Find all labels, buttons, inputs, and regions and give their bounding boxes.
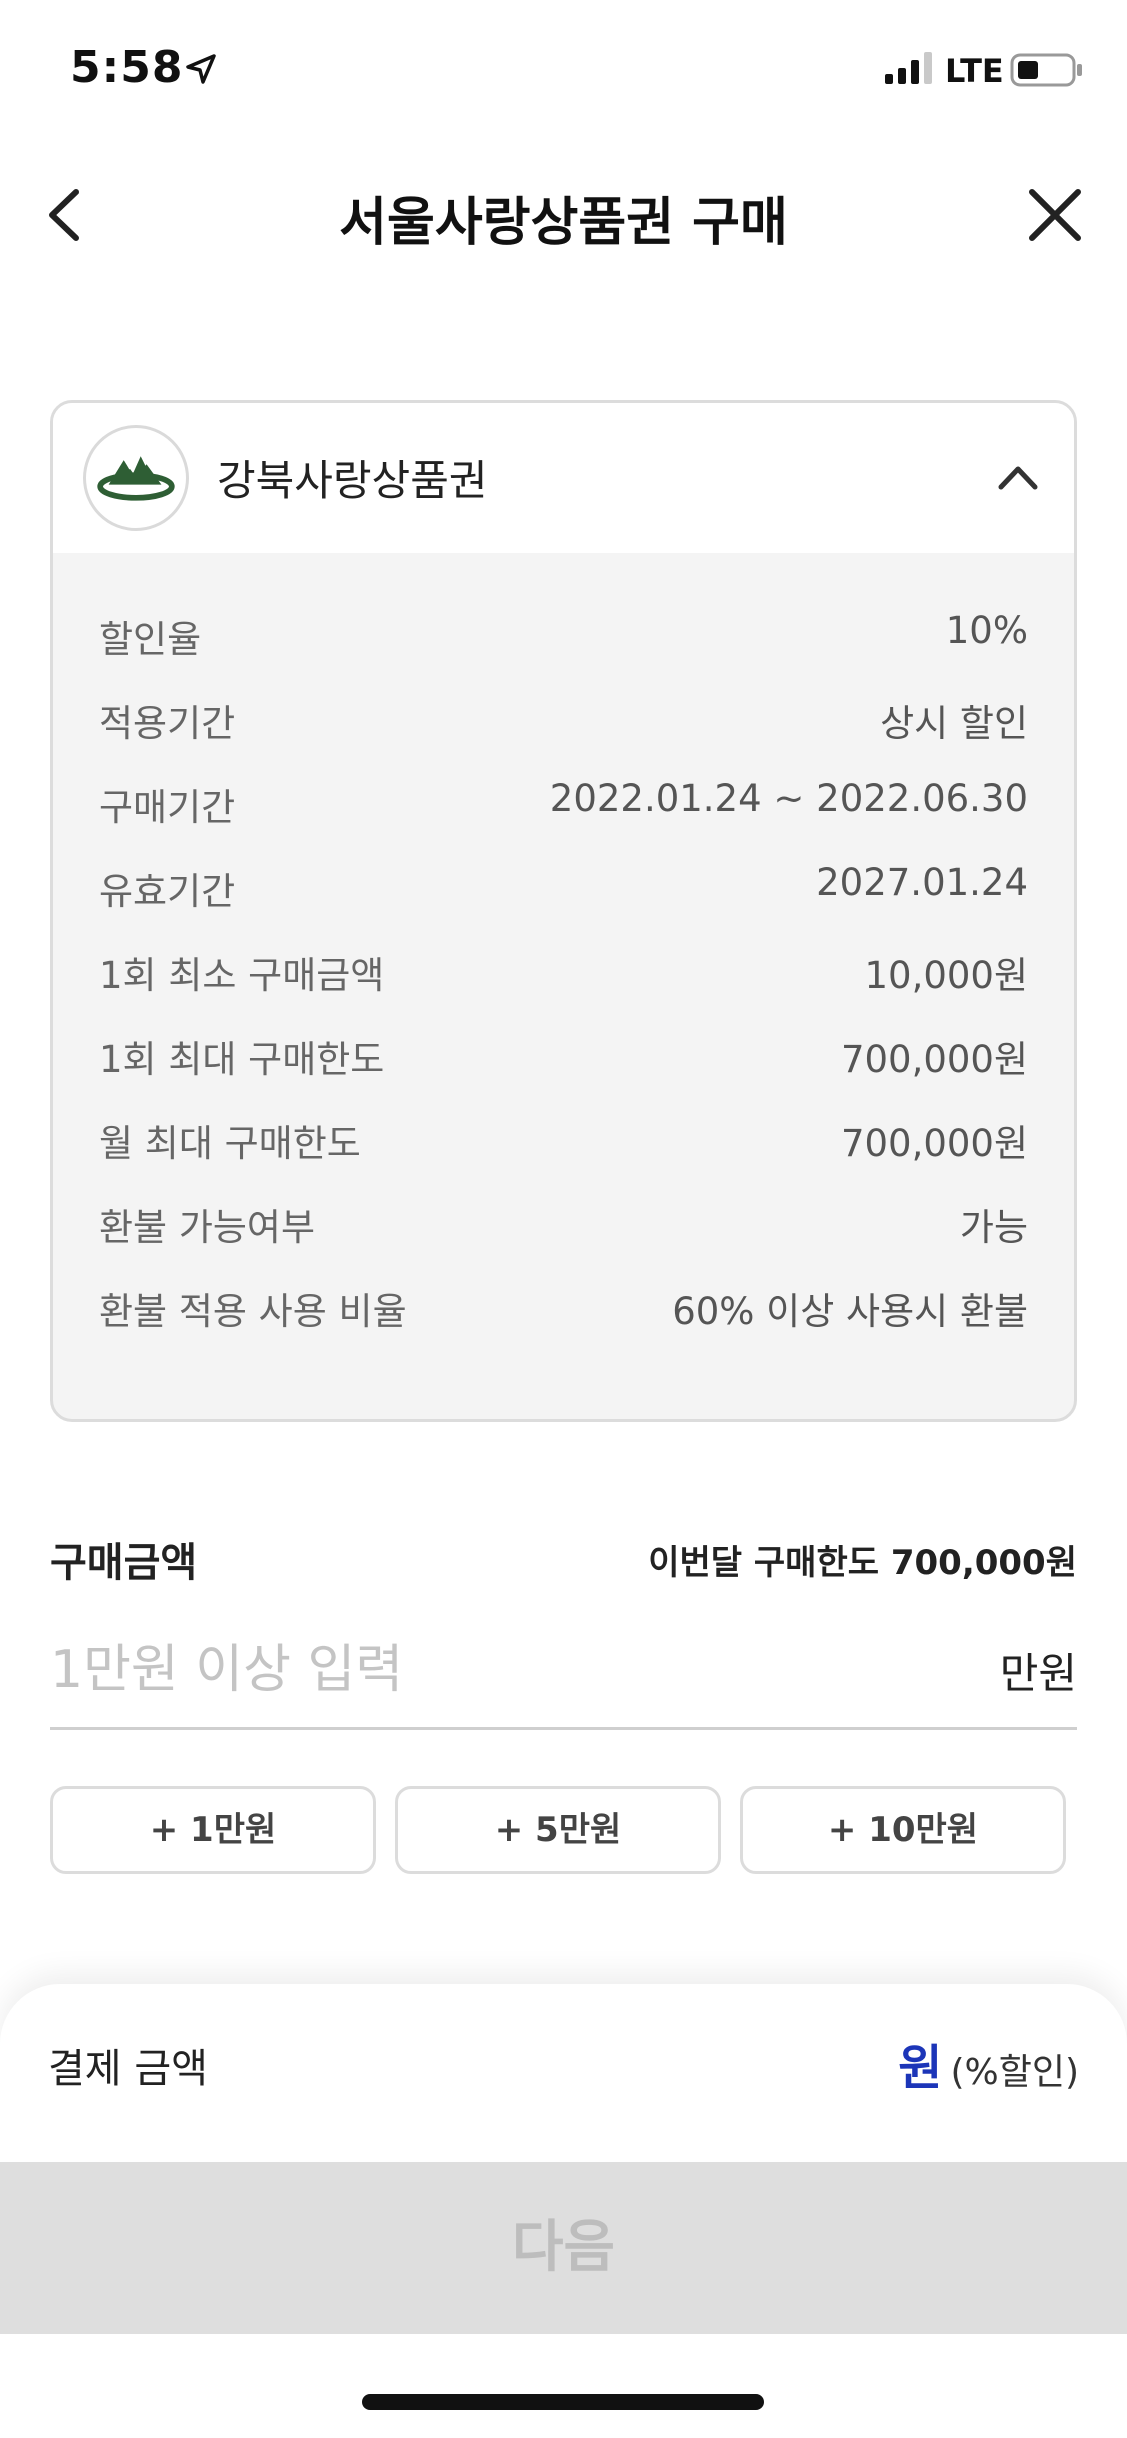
detail-value: 10,000원 [864, 954, 1028, 997]
status-bar: 5:58 LTE [0, 0, 1127, 140]
mountain-logo-icon [83, 425, 189, 531]
add-100k-button[interactable]: + 10만원 [740, 1786, 1066, 1874]
voucher-name: 강북사랑상품권 [217, 456, 488, 505]
detail-label: 유효기간 [99, 870, 236, 913]
signal-bars-icon [885, 52, 932, 84]
detail-label: 환불 적용 사용 비율 [99, 1290, 407, 1333]
voucher-info-card: 강북사랑상품권 할인율 10% 적용기간 상시 할인 구매기간 2022.01.… [50, 400, 1077, 1422]
payment-amount-label: 결제 금액 [48, 2046, 208, 2092]
next-button[interactable]: 다음 [0, 2162, 1127, 2334]
detail-value: 700,000원 [840, 1122, 1028, 1165]
detail-row-purchase-period: 구매기간 2022.01.24 ~ 2022.06.30 [53, 777, 1074, 861]
payment-discount: (%할인) [950, 2052, 1079, 2093]
page-title: 서울사랑상품권 구매 [339, 193, 788, 253]
location-arrow-icon [186, 54, 216, 84]
detail-value: 700,000원 [840, 1038, 1028, 1081]
detail-label: 적용기간 [99, 702, 236, 745]
detail-row-apply-period: 적용기간 상시 할인 [53, 693, 1074, 777]
payment-summary-sheet: 결제 금액 원 (%할인) 다음 [0, 1984, 1127, 2438]
network-type: LTE [945, 52, 1004, 90]
detail-label: 월 최대 구매한도 [99, 1122, 361, 1165]
purchase-amount-label: 구매금액 [50, 1540, 198, 1586]
detail-value: 2027.01.24 [816, 861, 1028, 904]
detail-value: 60% 이상 사용시 환불 [672, 1290, 1028, 1333]
payment-amount-value: 원 (%할인) [898, 2028, 1079, 2098]
detail-value: 상시 할인 [880, 702, 1028, 745]
detail-row-monthly-limit: 월 최대 구매한도 700,000원 [53, 1113, 1074, 1197]
voucher-details-list: 할인율 10% 적용기간 상시 할인 구매기간 2022.01.24 ~ 202… [53, 553, 1074, 1365]
detail-row-discount-rate: 할인율 10% [53, 609, 1074, 693]
detail-label: 구매기간 [99, 786, 236, 829]
home-indicator[interactable] [362, 2394, 764, 2410]
battery-icon [1010, 53, 1082, 87]
status-time: 5:58 [70, 42, 184, 93]
detail-row-refund-ratio: 환불 적용 사용 비율 60% 이상 사용시 환불 [53, 1281, 1074, 1365]
detail-label: 1회 최소 구매금액 [99, 954, 385, 997]
detail-label: 할인율 [99, 618, 202, 661]
purchase-amount-input[interactable] [50, 1630, 980, 1710]
detail-value: 가능 [959, 1206, 1028, 1249]
purchase-page: 5:58 LTE 서울사랑상품권 구매 강북사랑상품권 할인율 10% 적용기간… [0, 0, 1127, 2438]
voucher-card-header[interactable]: 강북사랑상품권 [53, 403, 1074, 553]
detail-row-max-purchase: 1회 최대 구매한도 700,000원 [53, 1029, 1074, 1113]
detail-value: 2022.01.24 ~ 2022.06.30 [549, 777, 1028, 820]
detail-label: 환불 가능여부 [99, 1206, 316, 1249]
monthly-limit-text: 이번달 구매한도 700,000원 [648, 1543, 1077, 1583]
add-10k-button[interactable]: + 1만원 [50, 1786, 376, 1874]
amount-unit: 만원 [999, 1649, 1077, 1698]
payment-unit: 원 [898, 2040, 943, 2096]
detail-row-refundable: 환불 가능여부 가능 [53, 1197, 1074, 1281]
header: 서울사랑상품권 구매 [0, 160, 1127, 270]
close-button[interactable] [1020, 180, 1090, 250]
detail-row-min-purchase: 1회 최소 구매금액 10,000원 [53, 945, 1074, 1029]
chevron-up-icon[interactable] [993, 453, 1043, 503]
detail-row-valid-period: 유효기간 2027.01.24 [53, 861, 1074, 945]
detail-label: 1회 최대 구매한도 [99, 1038, 385, 1081]
detail-value: 10% [945, 609, 1028, 652]
input-underline [50, 1727, 1077, 1730]
add-50k-button[interactable]: + 5만원 [395, 1786, 721, 1874]
